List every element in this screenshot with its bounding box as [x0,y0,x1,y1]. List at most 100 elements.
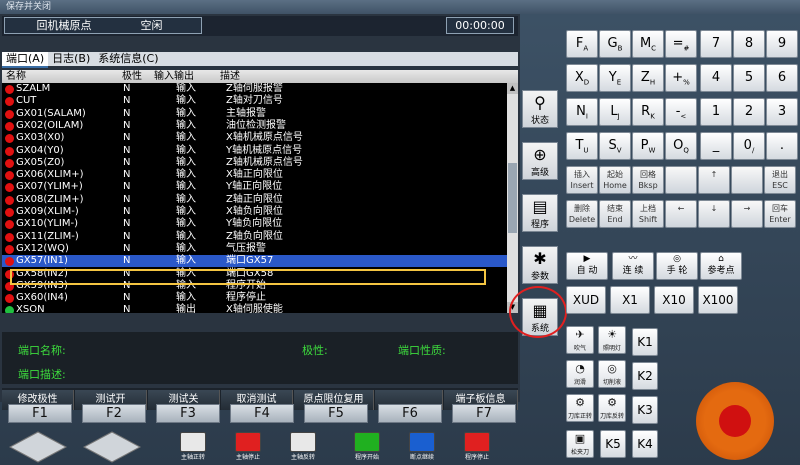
k-button-k1[interactable]: K1 [632,328,658,356]
aux-key-2[interactable]: ◔ 润滑 [566,360,594,388]
spindle-cw-button[interactable]: 主轴正转 [176,432,210,462]
program-start-button[interactable]: 程序开始 [350,432,384,462]
side-button-0[interactable]: ⚲ 状态 [522,90,558,128]
table-row[interactable]: GX57(IN1) N 输入 端口GX57 [2,255,507,268]
key-lj[interactable]: LJ [599,98,631,126]
f3-key[interactable]: F3 [156,404,220,423]
side-button-3[interactable]: ✱ 参数 [522,246,558,284]
aux-key-1[interactable]: ☀ 照明灯 [598,326,626,354]
aux-key-4[interactable]: ⚙ 刀库正转 [566,394,594,422]
key-zh[interactable]: ZH [632,64,664,92]
key-7[interactable]: 7 [700,30,732,58]
key-5[interactable]: 5 [733,64,765,92]
key-sv[interactable]: SV [599,132,631,160]
axis-button-x10[interactable]: X10 [654,286,694,314]
key-xx[interactable]: +% [665,64,697,92]
f7-key[interactable]: F7 [452,404,516,423]
table-row[interactable]: GX04(Y0) N 输入 Y轴机械原点信号 [2,145,507,157]
port-table[interactable]: SZALM N 输入 Z轴伺服报警 CUT N 输入 Z轴对刀信号 GX01(SALAM) N 输入… [2,83,507,313]
jog-right-diamond-icon[interactable] [82,430,142,464]
axis-button-xud[interactable]: XUD [566,286,606,314]
k-button-k3[interactable]: K3 [632,396,658,424]
edit-key-4[interactable]: ↑ [698,166,730,194]
emergency-stop-button[interactable] [696,382,774,460]
edit-key-10[interactable]: ← [665,200,697,228]
f1-key[interactable]: F1 [8,404,72,423]
edit-key-3[interactable] [665,166,697,194]
side-button-4[interactable]: ▦ 系统 [522,298,558,336]
table-row[interactable]: SZALM N 输入 Z轴伺服报警 [2,83,507,95]
table-row[interactable]: GX01(SALAM) N 输入 主轴报警 [2,108,507,120]
scroll-thumb[interactable] [508,163,517,233]
axis-button-x100[interactable]: X100 [698,286,738,314]
edit-key-9[interactable]: 上档 Shift [632,200,664,228]
edit-key-0[interactable]: 插入 Insert [566,166,598,194]
edit-key-6[interactable]: 退出 ESC [764,166,796,194]
key-xd[interactable]: XD [566,64,598,92]
table-row[interactable]: GX05(Z0) N 输入 Z轴机械原点信号 [2,157,507,169]
mode-button-2[interactable]: ◎ 手 轮 [656,252,698,280]
table-row[interactable]: XSON N 输出 X轴伺服使能 [2,304,507,313]
key-ye[interactable]: YE [599,64,631,92]
key-0x[interactable]: 0/ [733,132,765,160]
tab-sysinfo[interactable]: 系统信息(C) [94,52,162,66]
edit-key-13[interactable]: 回车 Enter [764,200,796,228]
table-row[interactable]: GX10(YLIM-) N 输入 Y轴负向限位 [2,218,507,230]
f4-key[interactable]: F4 [230,404,294,423]
table-row[interactable]: GX09(XLIM-) N 输入 X轴负向限位 [2,206,507,218]
key-9[interactable]: 9 [766,30,798,58]
edit-key-11[interactable]: ↓ [698,200,730,228]
edit-key-1[interactable]: 起始 Home [599,166,631,194]
mode-button-0[interactable]: ▶ 自 动 [566,252,608,280]
f2-key[interactable]: F2 [82,404,146,423]
key-6[interactable]: 6 [766,64,798,92]
program-stop-button[interactable]: 程序停止 [460,432,494,462]
key-8[interactable]: 8 [733,30,765,58]
key-xx[interactable]: -< [665,98,697,126]
key-ni[interactable]: NI [566,98,598,126]
table-row[interactable]: GX02(OILAM) N 输入 油位检测报警 [2,120,507,132]
edit-key-8[interactable]: 结束 End [599,200,631,228]
aux-key-6[interactable]: ▣ 松夹刀 [566,430,594,458]
side-button-2[interactable]: ▤ 程序 [522,194,558,232]
mode-button-3[interactable]: ⌂ 参考点 [700,252,742,280]
spindle-ccw-button[interactable]: 主轴反转 [286,432,320,462]
scroll-down-icon[interactable]: ▼ [507,302,518,313]
key-4[interactable]: 4 [700,64,732,92]
key-tu[interactable]: TU [566,132,598,160]
aux-key-0[interactable]: ✈ 吹气 [566,326,594,354]
table-row[interactable]: GX11(ZLIM-) N 输入 Z轴负向限位 [2,231,507,243]
table-row[interactable]: GX59(IN3) N 输入 程序开始 [2,280,507,292]
axis-button-x1[interactable]: X1 [610,286,650,314]
tab-port[interactable]: 端口(A) [2,52,49,68]
edit-key-7[interactable]: 删除 Delete [566,200,598,228]
table-row[interactable]: GX08(ZLIM+) N 输入 Z轴正向限位 [2,194,507,206]
table-row[interactable]: GX12(WQ) N 输入 气压报警 [2,243,507,255]
scroll-up-icon[interactable]: ▲ [507,83,518,94]
key-x[interactable]: _ [700,132,732,160]
edit-key-5[interactable] [731,166,763,194]
mode-button-1[interactable]: 〰连 续 [612,252,654,280]
estop-center[interactable] [719,405,751,437]
k-button-k2[interactable]: K2 [632,362,658,390]
k-button-k5[interactable]: K5 [600,430,626,458]
table-row[interactable]: GX06(XLIM+) N 输入 X轴正向限位 [2,169,507,181]
aux-key-3[interactable]: ◎ 切削液 [598,360,626,388]
edit-key-12[interactable]: → [731,200,763,228]
key-fa[interactable]: FA [566,30,598,58]
key-xx[interactable]: =# [665,30,697,58]
table-row[interactable]: GX58(IN2) N 输入 端口GX58 [2,268,507,280]
k-button-k4[interactable]: K4 [632,430,658,458]
key-mc[interactable]: MC [632,30,664,58]
table-row[interactable]: GX03(X0) N 输入 X轴机械原点信号 [2,132,507,144]
key-rk[interactable]: RK [632,98,664,126]
table-row[interactable]: GX60(IN4) N 输入 程序停止 [2,292,507,304]
f6-key[interactable]: F6 [378,404,442,423]
key-2[interactable]: 2 [733,98,765,126]
side-button-1[interactable]: ⊕ 高级 [522,142,558,180]
key-pw[interactable]: PW [632,132,664,160]
key-1[interactable]: 1 [700,98,732,126]
table-row[interactable]: GX07(YLIM+) N 输入 Y轴正向限位 [2,181,507,193]
key-x[interactable]: . [766,132,798,160]
edit-key-2[interactable]: 回格 Bksp [632,166,664,194]
